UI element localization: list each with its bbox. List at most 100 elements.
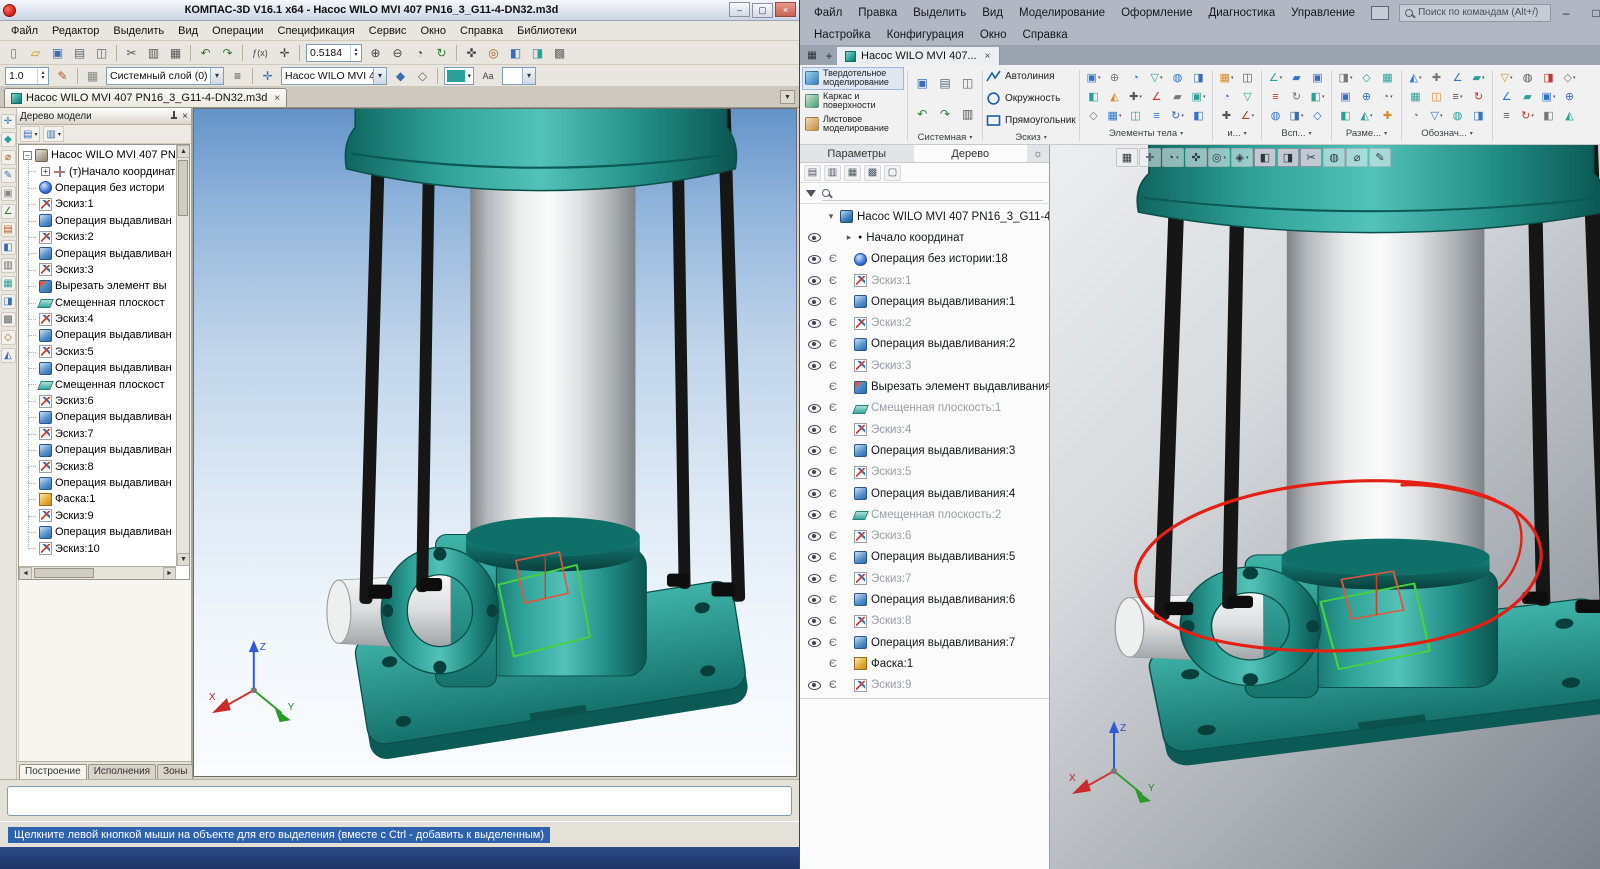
right-menu2-item-1[interactable]: Конфигурация: [879, 26, 972, 44]
ribbon-command-icon[interactable]: ▰: [1523, 87, 1531, 106]
tree-item[interactable]: ЄЭскиз:5: [800, 462, 1049, 483]
section-exclude-icon[interactable]: Є: [826, 530, 840, 542]
features-icon[interactable]: ◭: [1, 348, 16, 363]
ribbon-command-icon[interactable]: ∠: [1502, 87, 1512, 106]
tree-item[interactable]: ЄОперация выдавливания:4: [800, 483, 1049, 504]
visibility-eye-icon[interactable]: [808, 255, 821, 264]
section-exclude-icon[interactable]: Є: [826, 275, 840, 287]
sketch-command-0[interactable]: Автолиния: [986, 69, 1076, 84]
filter-funnel-icon[interactable]: [806, 190, 816, 197]
zoom-in-icon[interactable]: ⊕: [365, 43, 386, 63]
ribbon-command-icon[interactable]: ◍: [1453, 106, 1463, 125]
ribbon-command-icon[interactable]: ✚: [1222, 106, 1231, 125]
ribbon-command-icon[interactable]: ◧: [1193, 106, 1203, 125]
section-exclude-icon[interactable]: Є: [826, 253, 840, 265]
layer-combo-dropdown-icon[interactable]: ▾: [210, 68, 223, 84]
workflow-mode-1[interactable]: Каркас и поверхности: [802, 90, 904, 113]
aux-geometry-icon[interactable]: ◇: [1, 330, 16, 345]
visibility-eye-icon[interactable]: [808, 532, 821, 541]
ribbon-command-icon[interactable]: ⊕: [1110, 68, 1119, 87]
ribbon-command-icon[interactable]: ↻: [1292, 87, 1301, 106]
orientation-icon[interactable]: ◧: [505, 43, 526, 63]
ribbon-command-icon[interactable]: ≡: [1503, 106, 1509, 125]
visibility-eye-icon[interactable]: [808, 681, 821, 690]
tree-item[interactable]: ЄФаска:1: [800, 653, 1049, 674]
maximize-button[interactable]: □: [1581, 0, 1600, 25]
ribbon-command-icon[interactable]: ▽▾: [1501, 68, 1513, 87]
annotation-icon[interactable]: ✎: [1369, 148, 1391, 167]
help-cursor-icon[interactable]: ✛: [274, 43, 295, 63]
section-exclude-icon[interactable]: Є: [826, 573, 840, 585]
undo-icon[interactable]: ↶: [195, 43, 216, 63]
rotate-icon[interactable]: ◎: [483, 43, 504, 63]
close-button[interactable]: ×: [775, 2, 796, 17]
ribbon-command-icon[interactable]: ◍: [1271, 106, 1281, 125]
ribbon-command-icon[interactable]: ◭▾: [1361, 106, 1373, 125]
zoom-area-icon[interactable]: ◔: [409, 43, 430, 63]
ribbon-group-label-4[interactable]: Обознач...▾: [1405, 126, 1489, 140]
visibility-eye-icon[interactable]: [808, 617, 821, 626]
gear-icon[interactable]: ☼: [1027, 145, 1049, 162]
layers-icon[interactable]: ≡: [227, 66, 248, 86]
tree-search-input[interactable]: [822, 186, 1043, 201]
ribbon-command-icon[interactable]: ▰▾: [1473, 68, 1485, 87]
ribbon-command-icon[interactable]: ◭▾: [1410, 68, 1422, 87]
ribbon-command-icon[interactable]: ◧: [1340, 106, 1350, 125]
hide-objects-icon[interactable]: ◍: [1323, 148, 1345, 167]
left-menu-item-9[interactable]: Библиотеки: [510, 23, 584, 39]
right-menu-item-0[interactable]: Файл: [806, 4, 850, 22]
section-exclude-icon[interactable]: Є: [826, 445, 840, 457]
right-menu-item-3[interactable]: Вид: [974, 4, 1011, 22]
section-exclude-icon[interactable]: Є: [826, 317, 840, 329]
ribbon-command-icon[interactable]: ◫: [1431, 87, 1441, 106]
ribbon-command-icon[interactable]: ◭: [1110, 87, 1118, 106]
close-tab-icon[interactable]: ×: [274, 93, 280, 104]
scroll-thumb[interactable]: [178, 160, 188, 216]
right-3d-viewport[interactable]: ▦✛◔▾✜◎▾◈▾◧◨✂◍⌀✎: [1050, 145, 1600, 869]
ribbon-group-label-0[interactable]: Элементы тела▾: [1083, 126, 1209, 140]
color-swatch[interactable]: ▾: [444, 67, 474, 85]
grid-icon[interactable]: ▦: [82, 66, 103, 86]
new-tab-button[interactable]: +: [821, 46, 837, 65]
visibility-eye-icon[interactable]: [808, 553, 821, 562]
tree-item[interactable]: ЄОперация выдавливания:6: [800, 589, 1049, 610]
right-menu-item-1[interactable]: Правка: [850, 4, 905, 22]
ribbon-command-icon[interactable]: ▦▾: [1220, 68, 1234, 87]
tree-item[interactable]: Эскиз:9: [21, 508, 175, 524]
tree-sections-icon[interactable]: ▩: [864, 165, 881, 181]
ribbon-command-icon[interactable]: ∠: [1453, 68, 1463, 87]
tab-list-dropdown[interactable]: ▼: [780, 90, 795, 104]
arrays-icon[interactable]: ▩: [1, 312, 16, 327]
tree-item[interactable]: Эскиз:10: [21, 540, 175, 556]
ribbon-command-icon[interactable]: ↻: [1474, 87, 1483, 106]
ribbon-group-label-2[interactable]: Всп...▾: [1265, 126, 1328, 140]
tree-item[interactable]: ЄВырезать элемент выдавливания:1: [800, 376, 1049, 397]
tree-item[interactable]: ЄЭскиз:7: [800, 568, 1049, 589]
section-exclude-icon[interactable]: Є: [826, 402, 840, 414]
right-menu-item-5[interactable]: Оформление: [1113, 4, 1200, 22]
visibility-eye-icon[interactable]: [808, 361, 821, 370]
tree-item[interactable]: Эскиз:4: [21, 311, 175, 327]
ribbon-command-icon[interactable]: ◍: [1173, 68, 1183, 87]
tree-item[interactable]: Операция выдавливан: [21, 360, 175, 376]
message-field[interactable]: [7, 786, 792, 816]
sketch-command-1[interactable]: Окружность: [986, 91, 1076, 106]
right-3d-model[interactable]: [1050, 145, 1600, 869]
tree-item[interactable]: Операция выдавливан: [21, 213, 175, 229]
visibility-eye-icon[interactable]: [808, 425, 821, 434]
section-exclude-icon[interactable]: Є: [826, 679, 840, 691]
ribbon-command-icon[interactable]: ▣: [1312, 68, 1322, 87]
tree-item[interactable]: Операция выдавливан: [21, 524, 175, 540]
ribbon-command-icon[interactable]: ▣: [1340, 87, 1350, 106]
left-menu-item-7[interactable]: Окно: [413, 23, 453, 39]
font-icon[interactable]: Аa: [477, 66, 499, 86]
left-menu-item-1[interactable]: Редактор: [45, 23, 106, 39]
right-menu-item-6[interactable]: Диагностика: [1200, 4, 1283, 22]
left-menu-item-2[interactable]: Выделить: [106, 23, 171, 39]
ribbon-command-icon[interactable]: ◇▾: [1564, 68, 1576, 87]
ribbon-command-icon[interactable]: ↻▾: [1521, 106, 1534, 125]
command-search-input[interactable]: Поиск по командам (Alt+/): [1399, 4, 1551, 22]
section-exclude-icon[interactable]: Є: [826, 338, 840, 350]
left-menu-item-8[interactable]: Справка: [453, 23, 510, 39]
panel-tab-0[interactable]: Параметры: [800, 145, 914, 162]
